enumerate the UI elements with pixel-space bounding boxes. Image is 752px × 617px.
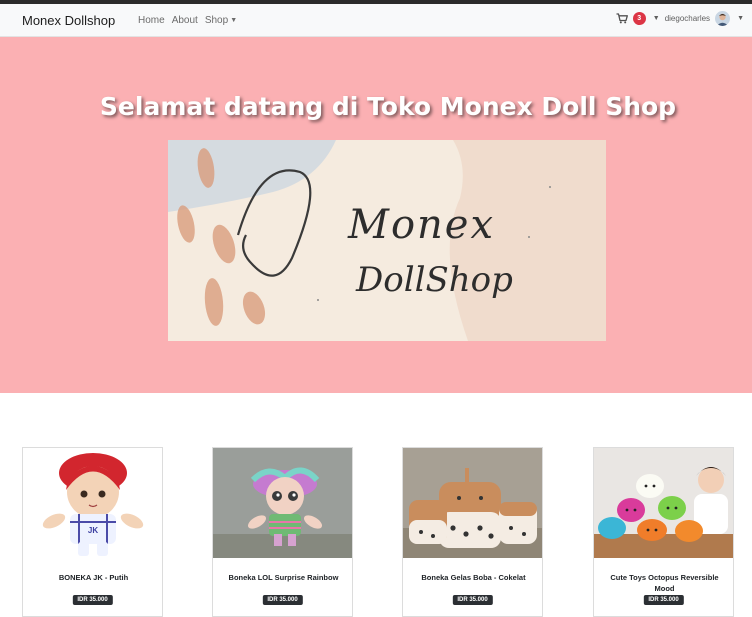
hero-title: Selamat datang di Toko Monex Doll Shop (99, 92, 677, 121)
brand-link[interactable]: Monex Dollshop (22, 13, 115, 28)
product-name[interactable]: Boneka Gelas Boba - Cokelat (409, 572, 538, 583)
nav-about[interactable]: About (172, 15, 198, 26)
product-image-boneka-gelas-boba[interactable] (403, 448, 542, 558)
nav-shop-dropdown[interactable]: Shop ▼ (205, 15, 237, 26)
price-badge: IDR 35.000 (72, 595, 113, 605)
username[interactable]: diegocharles (665, 14, 710, 23)
navbar: Monex Dollshop Home About Shop ▼ 3 ▼ dieg… (0, 4, 752, 37)
product-name[interactable]: BONEKA JK - Putih (29, 572, 158, 583)
nav-links: Home About Shop ▼ (138, 15, 237, 26)
product-card[interactable]: JK BONEKA JK - Putih IDR 35.000 (22, 447, 163, 617)
product-name[interactable]: Cute Toys Octopus Reversible Mood (600, 572, 729, 594)
product-name[interactable]: Boneka LOL Surprise Rainbow (219, 572, 348, 583)
hero-section: Selamat datang di Toko Monex Doll Shop M… (0, 37, 752, 393)
banner-image: Monex DollShop (168, 140, 606, 341)
banner-logo-text: Monex (348, 202, 496, 248)
product-image-octopus[interactable] (594, 448, 733, 558)
product-image-boneka-lol[interactable] (213, 448, 352, 558)
price-badge: IDR 35.000 (262, 595, 303, 605)
caret-down-icon: ▼ (230, 17, 238, 24)
avatar[interactable] (715, 11, 731, 26)
svg-text:JK: JK (88, 526, 98, 535)
product-list: JK BONEKA JK - Putih IDR 35.000 Boneka L… (0, 447, 752, 617)
nav-right: 3 ▼ diegocharles ▼ (616, 11, 744, 26)
cart-count-badge: 3 (632, 12, 646, 25)
price-badge: IDR 35.000 (452, 595, 493, 605)
nav-shop-label: Shop (204, 15, 229, 26)
banner-subtitle-text: DollShop (356, 260, 513, 300)
cart-icon[interactable] (616, 13, 628, 24)
product-card[interactable]: Cute Toys Octopus Reversible Mood IDR 35… (593, 447, 734, 617)
nav-home[interactable]: Home (138, 15, 165, 26)
product-image-boneka-jk[interactable]: JK (23, 448, 162, 558)
cart-caret-down-icon[interactable]: ▼ (653, 15, 660, 22)
product-card[interactable]: Boneka Gelas Boba - Cokelat IDR 35.000 (402, 447, 543, 617)
user-caret-down-icon[interactable]: ▼ (737, 15, 744, 22)
product-card[interactable]: Boneka LOL Surprise Rainbow IDR 35.000 (212, 447, 353, 617)
price-badge: IDR 35.000 (643, 595, 684, 605)
